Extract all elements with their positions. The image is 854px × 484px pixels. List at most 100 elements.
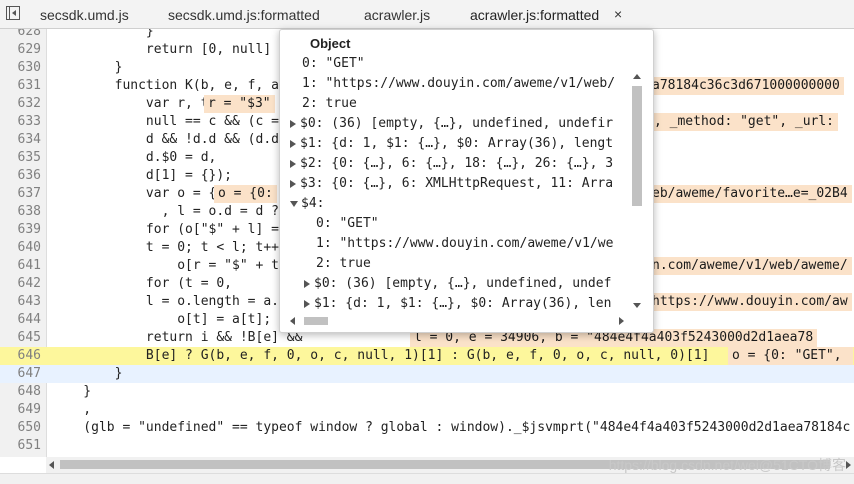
inline-value-preview: o = {0:	[214, 185, 277, 203]
property-text: 1: "https://www.douyin.com/aweme/v1/web/	[302, 76, 616, 91]
toggle-navigator-icon[interactable]	[6, 6, 20, 20]
line-number[interactable]: 636	[0, 167, 41, 185]
code-text: var o = {}	[52, 186, 225, 201]
scroll-down-icon[interactable]	[633, 303, 641, 308]
property-text: $2: {0: {…}, 6: {…}, 18: {…}, 26: {…}, 3	[300, 156, 614, 171]
property-row: 0: "GET"	[316, 214, 379, 234]
code-text: d && !d.d && (d.d =	[52, 132, 295, 147]
line-number[interactable]: 632	[0, 95, 41, 113]
property-row[interactable]: $1: {d: 1, $1: {…}, $0: Array(36), len	[304, 294, 611, 314]
property-text: 0: "GET"	[316, 216, 379, 231]
tab-acrawler-formatted[interactable]: acrawler.js:formatted	[470, 0, 599, 28]
scroll-left-icon[interactable]	[290, 317, 295, 325]
line-number[interactable]: 647	[0, 365, 41, 383]
property-text: 2: true	[302, 96, 357, 111]
property-text: $3: {0: {…}, 6: XMLHttpRequest, 11: Arra	[300, 176, 614, 191]
scroll-left-icon[interactable]	[49, 461, 54, 469]
scrollbar-thumb[interactable]	[304, 317, 328, 325]
code-text: l = o.length = a.len	[52, 294, 303, 309]
property-text: $4:	[301, 196, 325, 211]
expand-triangle-icon[interactable]	[290, 119, 296, 128]
collapse-triangle-icon[interactable]	[290, 200, 298, 207]
line-number[interactable]: 634	[0, 131, 41, 149]
scrollbar-thumb[interactable]	[632, 86, 642, 206]
line-number[interactable]: 629	[0, 41, 41, 59]
line-number[interactable]: 649	[0, 401, 41, 419]
property-text: 1: "https://www.douyin.com/aweme/v1/we	[316, 236, 614, 251]
line-number[interactable]: 645	[0, 329, 41, 347]
close-icon[interactable]: ×	[614, 0, 622, 28]
property-text: 2: true	[316, 256, 371, 271]
code-text: o[r = "$" + t] =	[52, 258, 303, 273]
code-line[interactable]: 647 }	[0, 365, 854, 383]
line-number[interactable]: 651	[0, 437, 41, 455]
line-number[interactable]: 648	[0, 383, 41, 401]
line-number[interactable]: 644	[0, 311, 41, 329]
popover-vertical-scrollbar[interactable]	[630, 70, 644, 310]
line-number[interactable]: 650	[0, 419, 41, 437]
code-text: (glb = "undefined" == typeof window ? gl…	[52, 420, 851, 435]
expand-triangle-icon[interactable]	[304, 279, 310, 288]
scroll-right-icon[interactable]	[846, 461, 851, 469]
line-number[interactable]: 646	[0, 347, 41, 365]
popover-title: Object	[310, 36, 351, 51]
line-number[interactable]: 641	[0, 257, 41, 275]
object-preview-popover[interactable]: Object 0: "GET" 1: "https://www.douyin.co…	[279, 29, 654, 333]
line-number[interactable]: 633	[0, 113, 41, 131]
property-row: 1: "https://www.douyin.com/aweme/v1/web/	[302, 74, 615, 94]
tab-secsdk-umd[interactable]: secsdk.umd.js	[40, 0, 129, 28]
inline-value-preview: https://www.douyin.com/aw	[648, 293, 852, 311]
expand-triangle-icon[interactable]	[290, 179, 296, 188]
property-row[interactable]: $1: {d: 1, $1: {…}, $0: Array(36), lengt	[290, 134, 613, 154]
inline-value-preview: n.com/aweme/v1/web/aweme/	[648, 257, 852, 275]
line-number[interactable]: 643	[0, 293, 41, 311]
scroll-up-icon[interactable]	[633, 74, 641, 79]
property-row[interactable]: $3: {0: {…}, 6: XMLHttpRequest, 11: Arra	[290, 174, 613, 194]
line-number[interactable]: 642	[0, 275, 41, 293]
code-text: for (o["$" + l] = o,	[52, 222, 303, 237]
property-row: 2: true	[316, 254, 371, 274]
code-text: }	[52, 384, 92, 399]
line-number[interactable]: 631	[0, 77, 41, 95]
code-line[interactable]: 651	[0, 437, 854, 455]
line-number[interactable]: 637	[0, 185, 41, 203]
property-row[interactable]: $2: {0: {…}, 6: {…}, 18: {…}, 26: {…}, 3	[290, 154, 613, 174]
watermark: https://blog.csdn.net/wei@51CTO博客	[608, 457, 846, 473]
line-number[interactable]: 640	[0, 239, 41, 257]
inline-value-preview: eb/aweme/favorite…e=_02B4	[648, 185, 852, 203]
popover-horizontal-scrollbar[interactable]	[288, 314, 626, 328]
expand-triangle-icon[interactable]	[304, 299, 310, 308]
property-row[interactable]: $0: (36) [empty, {…}, undefined, undef	[304, 274, 611, 294]
code-line[interactable]: 649 ,	[0, 401, 854, 419]
code-text: }	[52, 29, 154, 39]
code-line[interactable]: 646 B[e] ? G(b, e, f, 0, o, c, null, 1)[…	[0, 347, 854, 365]
inline-value-preview: r = "$3"	[204, 95, 275, 113]
code-text: null == c && (c = th	[52, 114, 303, 129]
tab-acrawler[interactable]: acrawler.js	[364, 0, 430, 28]
line-number[interactable]: 638	[0, 203, 41, 221]
property-row: 2: true	[302, 94, 357, 114]
line-number[interactable]: 635	[0, 149, 41, 167]
tab-secsdk-umd-formatted[interactable]: secsdk.umd.js:formatted	[168, 0, 320, 28]
code-text: o[t] = a[t];	[52, 312, 272, 327]
code-text: for (t = 0,	[52, 276, 233, 291]
code-text: }	[52, 366, 123, 381]
property-text: 0: "GET"	[302, 56, 365, 71]
property-text: $1: {d: 1, $1: {…}, $0: Array(36), lengt	[300, 136, 614, 151]
property-text: $0: (36) [empty, {…}, undefined, undef	[314, 276, 612, 291]
line-number[interactable]: 630	[0, 59, 41, 77]
code-line[interactable]: 648 }	[0, 383, 854, 401]
inline-value-preview: , _method: "get", _url:	[650, 113, 839, 131]
line-number[interactable]: 628	[0, 29, 41, 41]
property-row[interactable]: $0: (36) [empty, {…}, undefined, undefir	[290, 114, 613, 134]
property-row[interactable]: $4:	[290, 194, 324, 214]
inline-value-preview: o = {0: "GET",	[728, 347, 854, 365]
code-text: function K(b, e, f, a, c	[52, 78, 303, 93]
code-text: return i && !B[e] &&	[52, 330, 303, 345]
scroll-right-icon[interactable]	[619, 317, 624, 325]
expand-triangle-icon[interactable]	[290, 139, 296, 148]
code-text: d[1] = {});	[52, 168, 233, 183]
expand-triangle-icon[interactable]	[290, 159, 296, 168]
code-line[interactable]: 650 (glb = "undefined" == typeof window …	[0, 419, 854, 437]
line-number[interactable]: 639	[0, 221, 41, 239]
